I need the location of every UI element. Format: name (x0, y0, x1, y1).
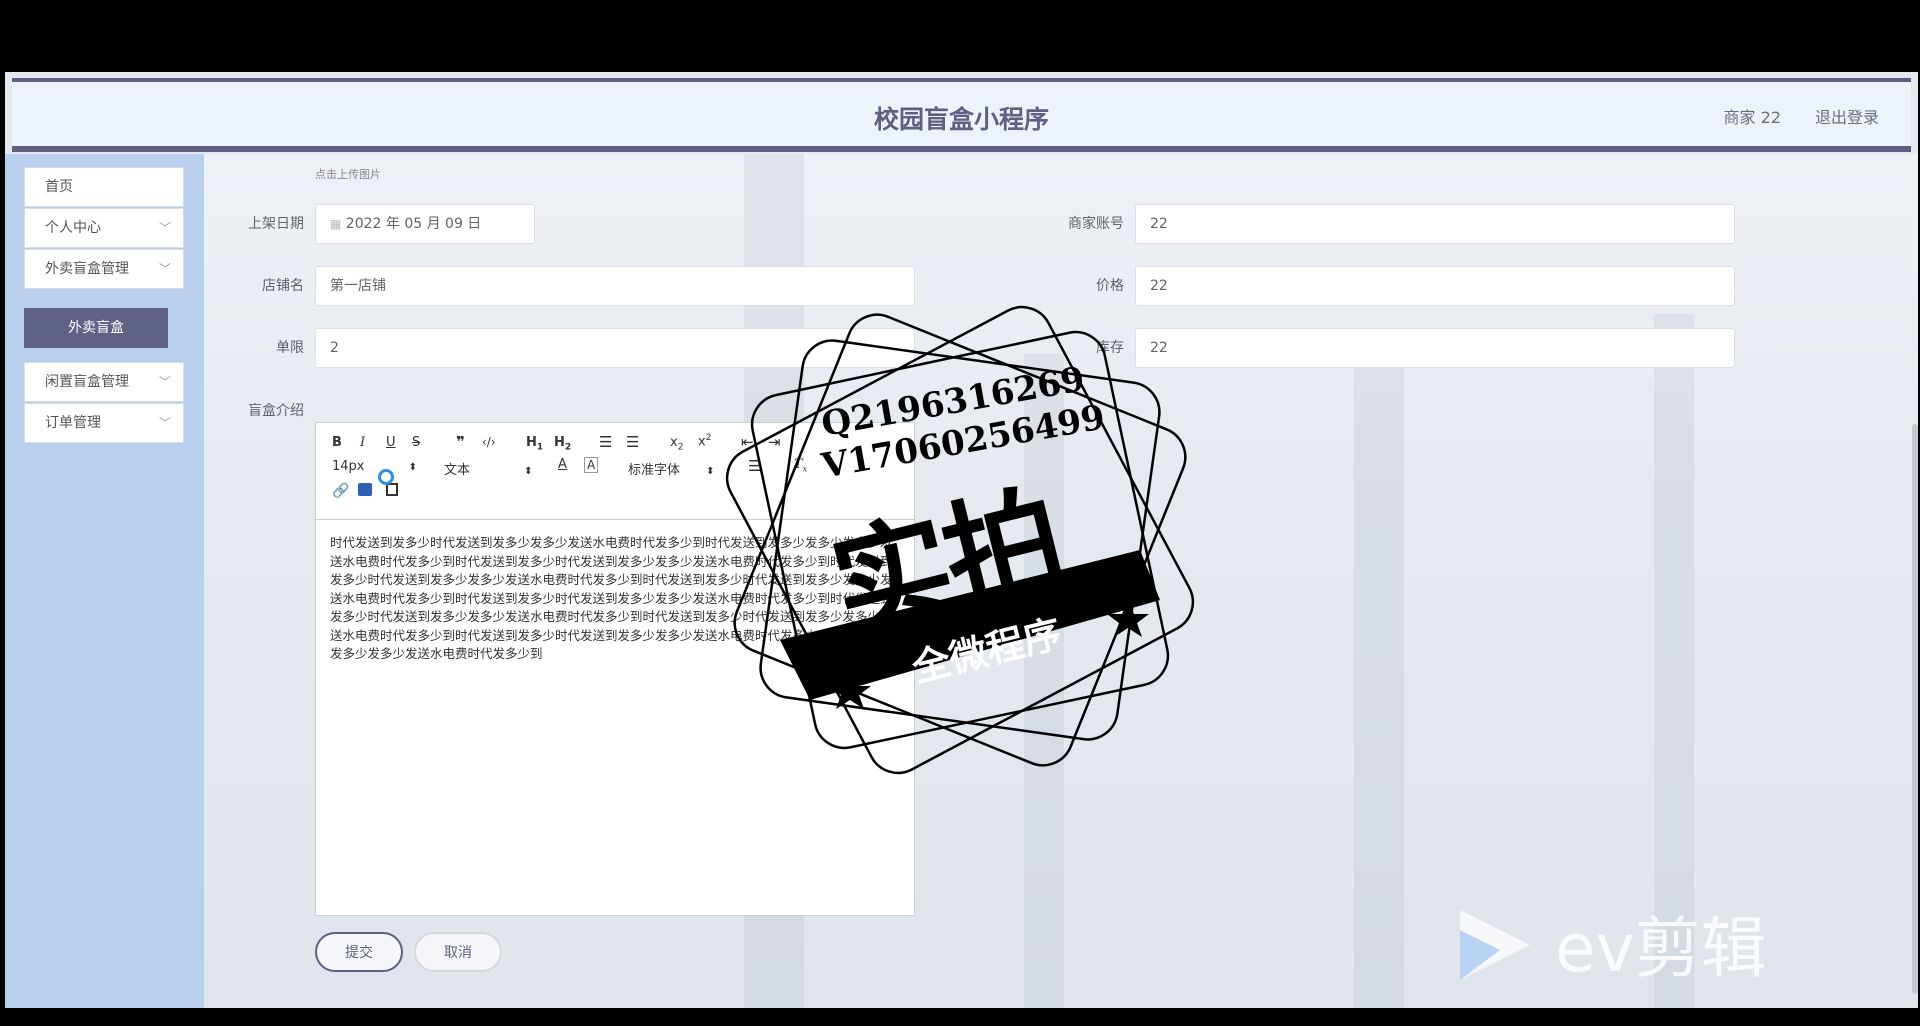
calendar-icon: ▦ (330, 217, 342, 231)
select-arrow-icon: ⬍ (408, 462, 418, 473)
sidebar-item-personal-center[interactable]: 个人中心 ﹀ (24, 208, 184, 248)
price-label: 价格 (1096, 278, 1124, 294)
font-size-value: 14px (332, 459, 365, 474)
chevron-down-icon: ﹀ (158, 262, 171, 276)
font-family-value: 标准字体 (628, 463, 681, 478)
superscript-icon[interactable]: x2 (698, 433, 711, 449)
scrollbar[interactable] (1912, 424, 1918, 994)
text-type-select[interactable]: 文本 ⬍ (444, 459, 533, 478)
bold-icon[interactable]: B (332, 435, 342, 450)
background-color-icon[interactable]: A (584, 457, 599, 473)
link-icon[interactable]: 🔗 (332, 483, 349, 499)
account-label: 商家账号 (1068, 216, 1124, 232)
text-type-value: 文本 (444, 463, 471, 478)
ev-watermark-text: ev剪辑 (1555, 910, 1767, 987)
logout-link[interactable]: 退出登录 (1815, 104, 1879, 128)
sidebar-item-label: 首页 (45, 179, 73, 195)
shop-name-label: 店铺名 (262, 278, 304, 294)
date-label: 上架日期 (248, 216, 304, 232)
top-header: 校园盲盒小程序 商家 22 退出登录 (12, 78, 1911, 152)
date-input[interactable]: ▦ 2022 年 05 月 09 日 (315, 204, 535, 244)
italic-icon[interactable]: I (360, 435, 365, 450)
sidebar-item-label: 订单管理 (45, 415, 101, 431)
account-input[interactable]: 22 (1135, 204, 1735, 244)
upload-hint: 点击上传图片 (315, 168, 381, 181)
bullet-list-icon[interactable]: ☰ (626, 433, 639, 451)
sidebar: 首页 个人中心 ﹀ 外卖盲盒管理 ﹀ 外卖盲盒 闲置盲盒管理 ﹀ 订单管理 ﹀ (5, 154, 204, 1008)
ev-watermark: ev剪辑 (1455, 905, 1767, 989)
limit-label: 单限 (276, 340, 304, 356)
current-user: 商家 22 (1723, 108, 1781, 127)
chevron-down-icon: ﹀ (158, 375, 171, 389)
intro-label: 盲盒介绍 (248, 403, 304, 419)
sidebar-item-home[interactable]: 首页 (24, 167, 184, 207)
sidebar-item-label: 闲置盲盒管理 (45, 374, 129, 390)
app-title: 校园盲盒小程序 (873, 105, 1049, 134)
font-family-select[interactable]: 标准字体 ⬍ (628, 459, 715, 478)
watermark-stamp: Q2196316269 V17060256499 实拍 全微程序 (720, 300, 1200, 780)
blockquote-icon[interactable]: ❞ (456, 433, 465, 451)
price-input[interactable]: 22 (1135, 266, 1735, 306)
strikethrough-icon[interactable]: S (412, 435, 420, 450)
font-color-icon[interactable]: A (558, 457, 567, 472)
submenu-item-takeout-box[interactable]: 外卖盲盒 (24, 308, 168, 348)
underline-icon[interactable]: U (386, 435, 396, 450)
date-value: 2022 年 05 月 09 日 (345, 216, 482, 232)
sidebar-item-order-management[interactable]: 订单管理 ﹀ (24, 403, 184, 443)
code-block-icon[interactable]: ‹/› (482, 435, 496, 449)
heading1-icon[interactable]: H1 (526, 435, 543, 453)
play-logo-icon (1460, 910, 1530, 980)
submit-button[interactable]: 提交 (315, 932, 403, 972)
chevron-down-icon: ﹀ (158, 416, 171, 430)
sidebar-item-takeout-box-management[interactable]: 外卖盲盒管理 ﹀ (24, 249, 184, 289)
stock-input[interactable]: 22 (1135, 328, 1735, 368)
cancel-button[interactable]: 取消 (414, 932, 502, 972)
sidebar-item-label: 外卖盲盒管理 (45, 261, 129, 277)
sidebar-item-label: 个人中心 (45, 220, 101, 236)
background-decoration (1354, 334, 1404, 1008)
sidebar-item-idle-box-management[interactable]: 闲置盲盒管理 ﹀ (24, 362, 184, 402)
chevron-down-icon: ﹀ (158, 221, 171, 235)
heading2-icon[interactable]: H2 (554, 435, 571, 453)
mouse-cursor-indicator (378, 469, 394, 485)
image-icon[interactable] (358, 483, 372, 496)
ordered-list-icon[interactable]: ☰ (599, 433, 612, 451)
select-arrow-icon: ⬍ (524, 466, 533, 477)
video-icon[interactable] (386, 483, 398, 496)
select-arrow-icon: ⬍ (706, 466, 715, 477)
font-size-select[interactable]: 14px ⬍ (332, 459, 417, 474)
subscript-icon[interactable]: x2 (670, 435, 683, 453)
